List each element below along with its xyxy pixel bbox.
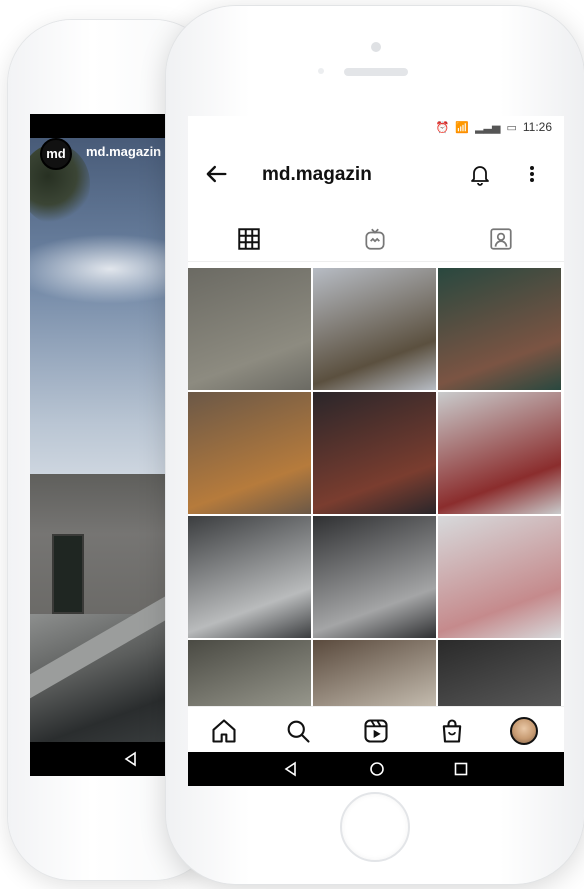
front-sensor: [318, 68, 324, 74]
battery-icon: ▭: [506, 121, 517, 134]
system-nav: [188, 752, 564, 786]
post-tile-7[interactable]: [188, 516, 311, 638]
post-tile-2[interactable]: [313, 268, 436, 390]
profile-avatar[interactable]: [510, 717, 538, 745]
home-button[interactable]: [340, 792, 410, 862]
back-triangle-icon[interactable]: [122, 750, 140, 768]
front-phone: ⏰ 📶 ▂▃▅ ▭ 11:26 md.magazin: [166, 6, 584, 884]
posts-grid: [188, 268, 564, 762]
status-bar: ⏰ 📶 ▂▃▅ ▭ 11:26: [188, 116, 564, 138]
tagged-icon[interactable]: [488, 226, 514, 252]
post-tile-1[interactable]: [188, 268, 311, 390]
signal-icon: ▂▃▅: [475, 121, 501, 134]
shop-icon[interactable]: [438, 717, 466, 745]
post-tile-8[interactable]: [313, 516, 436, 638]
alarm-icon: ⏰: [435, 121, 450, 134]
home-icon[interactable]: [210, 717, 238, 745]
post-tile-6[interactable]: [438, 392, 561, 514]
post-tile-5[interactable]: [313, 392, 436, 514]
back-photo-cloud: [30, 234, 170, 304]
igtv-icon[interactable]: [362, 226, 388, 252]
profile-tabs: [188, 216, 564, 262]
status-time: 11:26: [522, 120, 552, 134]
wifi-icon: 📶: [455, 121, 470, 134]
back-username[interactable]: md.magazin: [86, 144, 161, 159]
home-circle-icon[interactable]: [368, 760, 386, 778]
back-triangle-icon[interactable]: [282, 760, 300, 778]
back-status-bar: [30, 114, 170, 138]
back-phone-screen: md md.magazin: [30, 114, 170, 776]
front-speaker: [344, 68, 408, 76]
back-photo-building: [30, 474, 170, 624]
back-system-nav: [30, 742, 170, 776]
search-icon[interactable]: [284, 717, 312, 745]
post-tile-4[interactable]: [188, 392, 311, 514]
app-bar: md.magazin: [188, 146, 564, 202]
more-options-icon[interactable]: [520, 162, 544, 186]
bell-icon[interactable]: [468, 162, 492, 186]
post-tile-9[interactable]: [438, 516, 561, 638]
back-photo-window: [52, 534, 84, 614]
post-tile-3[interactable]: [438, 268, 561, 390]
grid-icon[interactable]: [236, 226, 262, 252]
bottom-nav: [188, 706, 564, 752]
reels-icon[interactable]: [362, 717, 390, 745]
back-avatar[interactable]: md: [40, 138, 72, 170]
page-title: md.magazin: [262, 164, 372, 185]
scene: md md.magazin ⏰ 📶 ▂▃▅ ▭ 11:26 md.magazin: [0, 0, 584, 889]
front-phone-screen: ⏰ 📶 ▂▃▅ ▭ 11:26 md.magazin: [188, 116, 564, 786]
recent-square-icon[interactable]: [452, 760, 470, 778]
front-camera: [371, 42, 381, 52]
back-arrow-icon[interactable]: [202, 160, 230, 188]
